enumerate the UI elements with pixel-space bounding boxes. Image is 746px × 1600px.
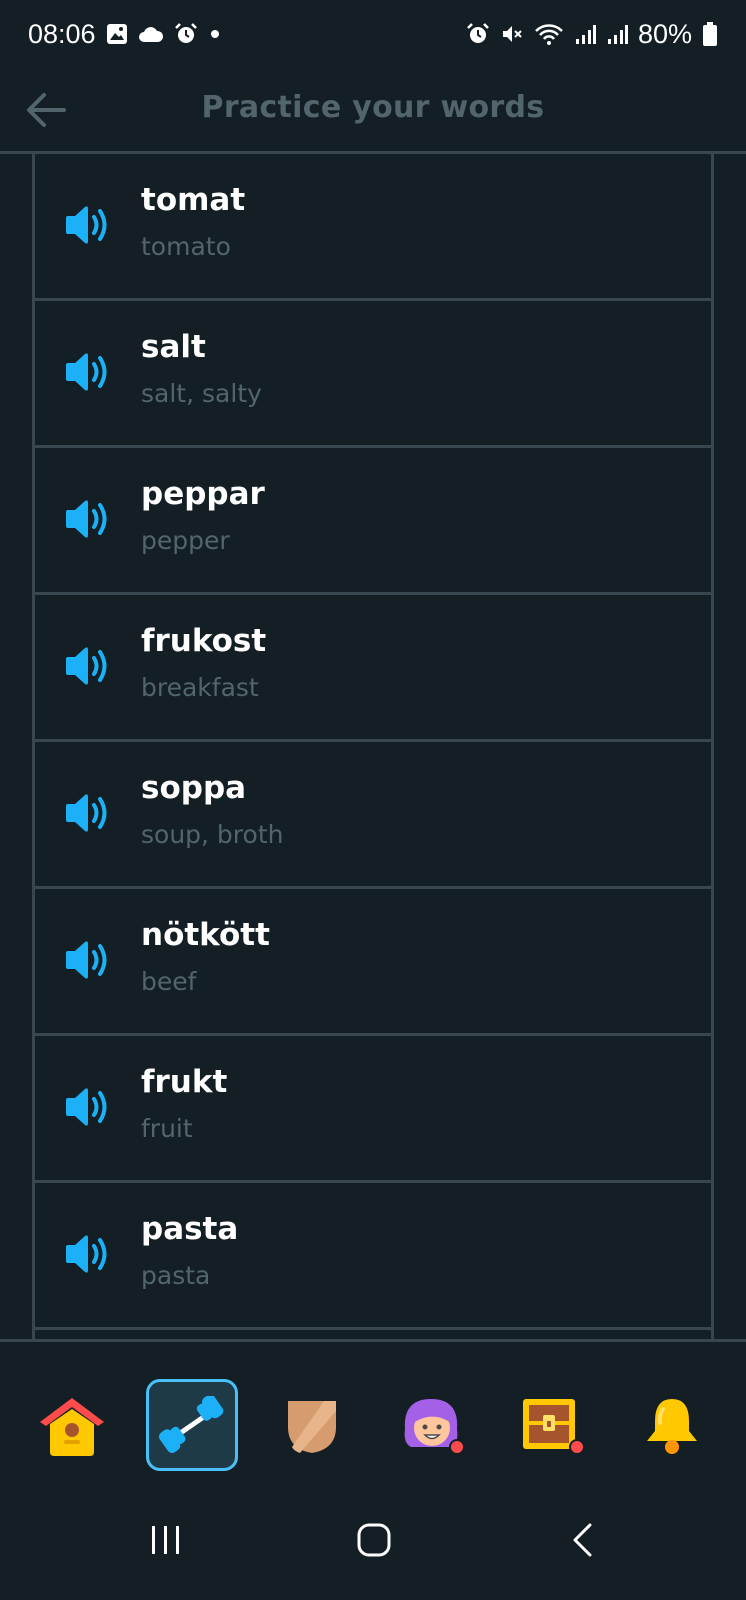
bell-icon[interactable] (641, 1395, 703, 1457)
word-row[interactable]: nötkött beef (35, 889, 711, 1036)
mute-icon (500, 22, 524, 46)
avatar-icon[interactable] (397, 1395, 467, 1457)
word-text: soppa (141, 770, 247, 806)
recent-apps-button[interactable] (126, 1510, 206, 1570)
speaker-icon[interactable] (63, 1232, 111, 1276)
page-title: Practice your words (201, 90, 545, 125)
treasure-chest-icon[interactable] (517, 1395, 587, 1457)
signal-icon (606, 23, 628, 45)
word-row[interactable]: salt salt, salty (35, 301, 711, 448)
translation-text: salt, salty (141, 379, 262, 408)
gallery-icon (106, 23, 128, 45)
translation-text: soup, broth (141, 820, 284, 849)
word-row[interactable]: pasta pasta (35, 1183, 711, 1330)
tab-home[interactable] (26, 1380, 118, 1472)
translation-text: pasta (141, 1261, 211, 1290)
tab-notifications[interactable] (626, 1380, 718, 1472)
system-nav-bar (0, 1480, 746, 1600)
translation-text: breakfast (141, 673, 259, 702)
recent-apps-icon[interactable] (148, 1524, 184, 1556)
word-row[interactable]: soppa soup, broth (35, 742, 711, 889)
speaker-icon[interactable] (63, 1085, 111, 1129)
home-icon[interactable] (36, 1394, 108, 1458)
translation-text: tomato (141, 232, 231, 261)
translation-text: pepper (141, 526, 230, 555)
signal-icon (574, 23, 596, 45)
tab-profile[interactable] (386, 1380, 478, 1472)
word-row[interactable]: frukost breakfast (35, 595, 711, 742)
battery-percent: 80% (637, 18, 692, 49)
word-row[interactable]: peppar pepper (35, 448, 711, 595)
translation-text: fruit (141, 1114, 193, 1143)
word-row-partial[interactable] (35, 1330, 711, 1339)
speaker-icon[interactable] (63, 497, 111, 541)
tab-bar (0, 1342, 746, 1480)
back-chevron-icon[interactable] (570, 1522, 594, 1558)
header: Practice your words (0, 68, 746, 152)
status-right: 80% (466, 19, 718, 50)
status-bar: 08:06 80% (0, 0, 746, 68)
tab-shop[interactable] (506, 1380, 598, 1472)
alarm-icon (174, 22, 198, 46)
word-row[interactable]: tomat tomato (35, 154, 711, 301)
shield-icon[interactable] (284, 1397, 340, 1455)
back-nav-button[interactable] (542, 1510, 622, 1570)
dot-icon (208, 27, 222, 41)
status-left: 08:06 (28, 19, 222, 50)
word-text: nötkött (141, 917, 270, 953)
status-time: 08:06 (28, 18, 96, 49)
word-text: frukost (141, 623, 267, 659)
tab-practice[interactable] (146, 1379, 238, 1471)
wifi-icon (534, 22, 564, 46)
home-circle-icon[interactable] (356, 1522, 392, 1558)
speaker-icon[interactable] (63, 938, 111, 982)
alarm-icon (466, 22, 490, 46)
word-text: frukt (141, 1064, 228, 1100)
word-text: tomat (141, 182, 246, 218)
home-nav-button[interactable] (334, 1510, 414, 1570)
speaker-icon[interactable] (63, 644, 111, 688)
cloud-icon (138, 25, 164, 43)
speaker-icon[interactable] (63, 350, 111, 394)
dumbbell-icon[interactable] (159, 1396, 225, 1454)
speaker-icon[interactable] (63, 203, 111, 247)
tab-leagues[interactable] (266, 1380, 358, 1472)
word-list[interactable]: tomat tomato salt salt, salty peppar pep… (32, 154, 714, 1339)
translation-text: beef (141, 967, 197, 996)
battery-icon (702, 21, 718, 47)
word-text: peppar (141, 476, 265, 512)
word-text: pasta (141, 1211, 239, 1247)
word-row[interactable]: frukt fruit (35, 1036, 711, 1183)
speaker-icon[interactable] (63, 791, 111, 835)
word-text: salt (141, 329, 206, 365)
